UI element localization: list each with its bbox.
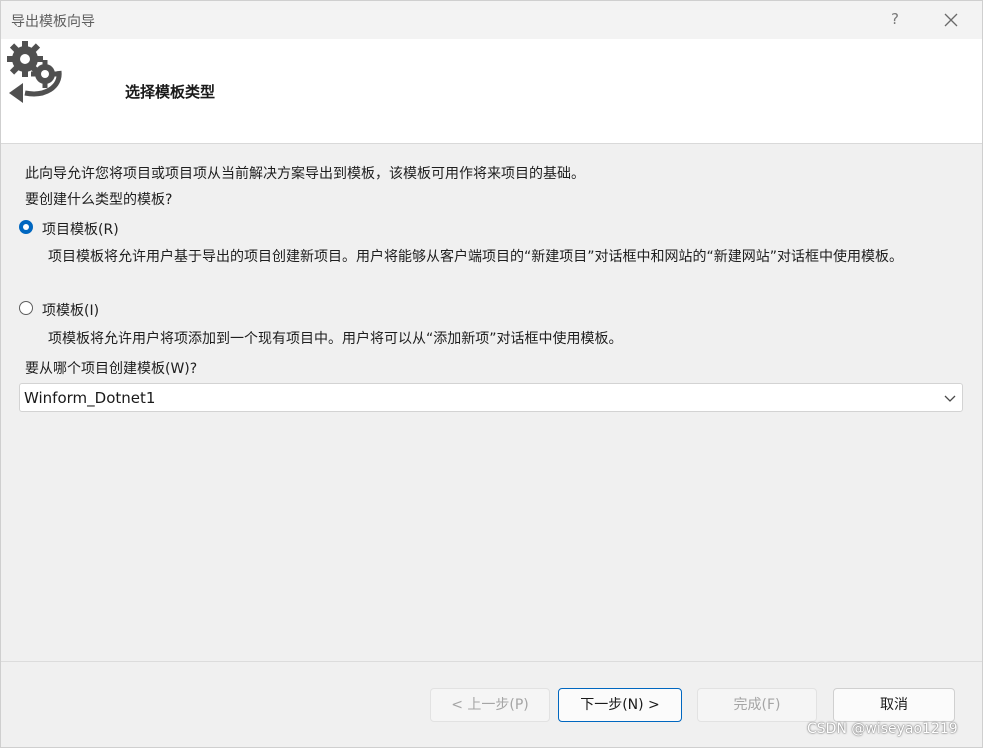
- finish-button[interactable]: 完成(F): [697, 688, 817, 722]
- radio-project-template-label[interactable]: 项目模板(R): [42, 219, 119, 239]
- radio-button-selected[interactable]: [19, 220, 33, 234]
- footer-divider: [1, 661, 982, 662]
- project-select-value: Winform_Dotnet1: [24, 389, 156, 407]
- close-button[interactable]: [941, 10, 961, 30]
- item-template-description: 项模板将允许用户将项添加到一个现有项目中。用户将可以从“添加新项”对话框中使用模…: [48, 331, 623, 347]
- wizard-header: 选择模板类型: [1, 39, 982, 144]
- page-heading: 选择模板类型: [125, 83, 216, 101]
- template-type-question: 要创建什么类型的模板?: [25, 192, 173, 208]
- gears-export-icon: [7, 41, 62, 103]
- help-button[interactable]: ?: [886, 10, 904, 28]
- radio-button-unselected[interactable]: [19, 301, 33, 315]
- next-button[interactable]: 下一步(N) >: [558, 688, 682, 722]
- project-question: 要从哪个项目创建模板(W)?: [25, 361, 198, 377]
- title-bar[interactable]: 导出模板向导 ?: [1, 1, 982, 40]
- export-template-wizard-dialog: 导出模板向导 ? 选择模板类型 此向导允许您将项目或项目项从当前解决方案导出到模…: [0, 0, 983, 748]
- intro-text: 此向导允许您将项目或项目项从当前解决方案导出到模板，该模板可用作将来项目的基础。: [25, 166, 585, 182]
- project-select[interactable]: Winform_Dotnet1: [19, 383, 963, 412]
- radio-item-template-label[interactable]: 项模板(I): [42, 300, 99, 320]
- project-template-description: 项目模板将允许用户基于导出的项目创建新项目。用户将能够从客户端项目的“新建项目”…: [48, 249, 904, 265]
- previous-button[interactable]: < 上一步(P): [430, 688, 550, 722]
- watermark-text: CSDN @wiseyao1219: [807, 721, 958, 737]
- window-title: 导出模板向导: [11, 14, 95, 30]
- close-icon: [944, 13, 958, 27]
- chevron-down-icon[interactable]: [944, 393, 956, 403]
- cancel-button[interactable]: 取消: [833, 688, 955, 722]
